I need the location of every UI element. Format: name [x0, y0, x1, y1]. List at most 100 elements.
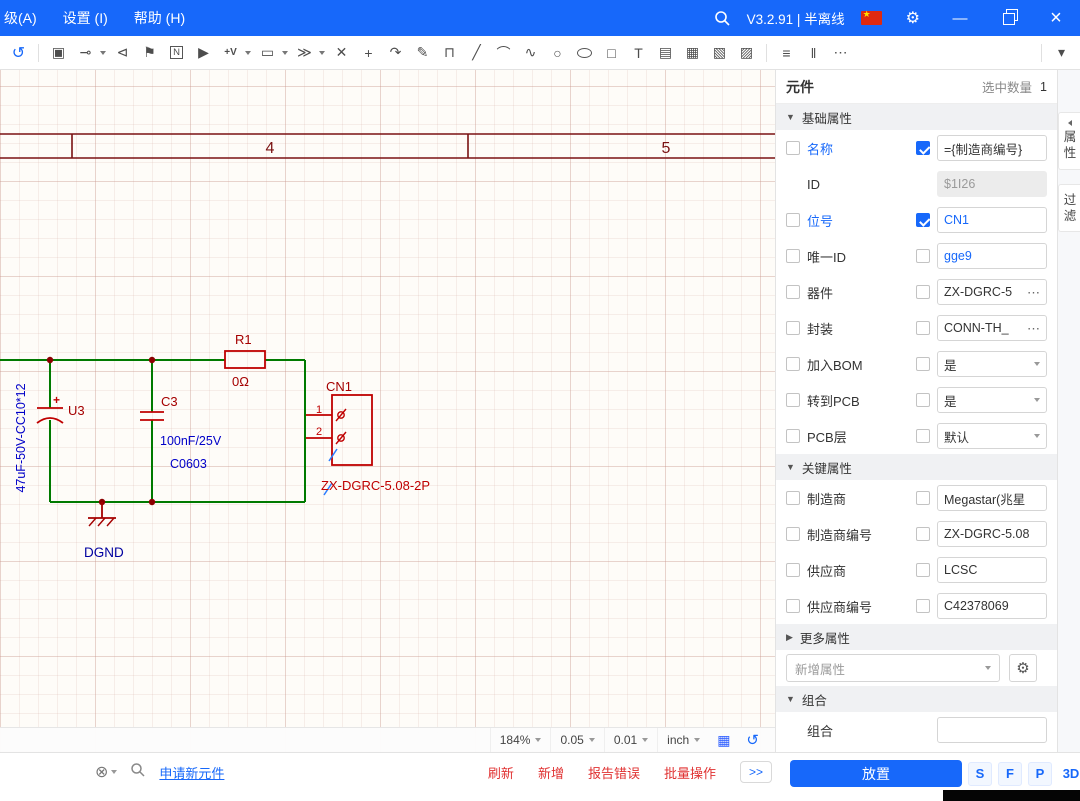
bus-icon[interactable]: ≫: [292, 40, 317, 66]
ellipsis-icon[interactable]: ⋯: [1027, 286, 1040, 299]
draw-wire-icon[interactable]: ✎: [410, 40, 435, 66]
attr-checkbox[interactable]: [786, 563, 800, 577]
place-pin-icon[interactable]: ⊸: [73, 40, 98, 66]
report-error-button[interactable]: 报告错误: [588, 763, 640, 782]
image-tool-icon[interactable]: ▤: [653, 40, 678, 66]
mpn-input[interactable]: [937, 521, 1047, 547]
add-attribute-select[interactable]: 新增属性: [786, 654, 1000, 682]
attr-checkbox[interactable]: [786, 393, 800, 407]
chevron-down-icon[interactable]: [245, 51, 251, 55]
display-checkbox[interactable]: [916, 527, 930, 541]
table-tool-icon[interactable]: ▦: [680, 40, 705, 66]
display-checkbox[interactable]: [916, 357, 930, 371]
manufacturer-input[interactable]: [937, 485, 1047, 511]
china-flag-icon[interactable]: ★: [861, 11, 882, 25]
no-connect-icon[interactable]: ✕: [329, 40, 354, 66]
footprint-field[interactable]: CONN-TH_ ⋯: [937, 315, 1047, 341]
attr-checkbox[interactable]: [786, 491, 800, 505]
chevron-down-icon[interactable]: [319, 51, 325, 55]
menu-advanced[interactable]: 级(A): [0, 0, 50, 36]
pcb-select[interactable]: 是: [937, 387, 1047, 413]
display-checkbox[interactable]: [916, 213, 930, 227]
section-key-properties[interactable]: ▼ 关键属性: [776, 454, 1057, 480]
attr-checkbox[interactable]: [786, 249, 800, 263]
component-r1[interactable]: R1 0Ω: [225, 332, 265, 389]
3d-view-button[interactable]: 3D: [1058, 762, 1080, 786]
unit-dropdown[interactable]: inch: [657, 728, 709, 753]
attr-checkbox[interactable]: [786, 357, 800, 371]
attr-checkbox[interactable]: [786, 599, 800, 613]
chevron-down-icon[interactable]: [100, 51, 106, 55]
pcb-view-button[interactable]: P: [1028, 762, 1052, 786]
gear-icon[interactable]: ⚙: [906, 8, 920, 28]
attr-checkbox[interactable]: [786, 321, 800, 335]
close-button[interactable]: ×: [1032, 0, 1080, 36]
schematic-view-button[interactable]: S: [968, 762, 992, 786]
section-basic-properties[interactable]: ▼ 基础属性: [776, 104, 1057, 130]
group-input[interactable]: [937, 717, 1047, 743]
probe-icon[interactable]: ▶: [191, 40, 216, 66]
refresh-button[interactable]: 刷新: [488, 763, 514, 782]
display-checkbox[interactable]: [916, 393, 930, 407]
batch-operation-button[interactable]: 批量操作: [664, 763, 716, 782]
net-port-icon[interactable]: ⊲: [110, 40, 135, 66]
arc-tool-icon[interactable]: ⌒: [491, 40, 516, 66]
display-checkbox[interactable]: [916, 141, 930, 155]
distribute-icon[interactable]: ⋯: [828, 40, 853, 66]
junction-icon[interactable]: +: [356, 40, 381, 66]
component-cn1-selected[interactable]: 1 2 CN1 ZX-DGRC-5.08-2P: [306, 379, 430, 495]
place-symbol-icon[interactable]: ▭: [255, 40, 280, 66]
power-flag-icon[interactable]: +V: [218, 40, 243, 66]
unique-id-input[interactable]: [937, 243, 1047, 269]
minimize-button[interactable]: —: [936, 0, 984, 36]
bom-select[interactable]: 是: [937, 351, 1047, 377]
bezier-tool-icon[interactable]: ∿: [518, 40, 543, 66]
align-middle-icon[interactable]: ‖: [801, 40, 826, 66]
grid-toggle-icon[interactable]: ▦: [709, 732, 738, 749]
designator-input[interactable]: [937, 207, 1047, 233]
display-checkbox[interactable]: [916, 321, 930, 335]
display-checkbox[interactable]: [916, 249, 930, 263]
more-tools-icon[interactable]: ▾: [1049, 40, 1074, 66]
undo-icon[interactable]: ↺: [738, 731, 767, 749]
net-flag-icon[interactable]: N: [164, 40, 189, 66]
attr-checkbox[interactable]: [786, 213, 800, 227]
snap-size-dropdown[interactable]: 0.01: [604, 728, 657, 753]
attribute-settings-button[interactable]: ⚙: [1009, 654, 1037, 682]
spn-input[interactable]: [937, 593, 1047, 619]
search-icon[interactable]: [714, 10, 731, 27]
attr-checkbox[interactable]: [786, 429, 800, 443]
circle-tool-icon[interactable]: ○: [545, 40, 570, 66]
display-checkbox[interactable]: [916, 563, 930, 577]
name-input[interactable]: [937, 135, 1047, 161]
attr-checkbox[interactable]: [786, 141, 800, 155]
supplier-input[interactable]: [937, 557, 1047, 583]
undo-icon[interactable]: ↺: [6, 40, 31, 66]
symbol-lib-icon[interactable]: ▧: [707, 40, 732, 66]
tab-properties[interactable]: 属性: [1058, 112, 1080, 170]
menu-help[interactable]: 帮助 (H): [121, 0, 198, 36]
sheet-wizard-icon[interactable]: ▨: [734, 40, 759, 66]
layer-select[interactable]: 默认: [937, 423, 1047, 449]
version-label[interactable]: V3.2.91 | 半离线: [747, 8, 845, 28]
align-left-icon[interactable]: ≡: [774, 40, 799, 66]
net-flag-dgnd[interactable]: DGND: [84, 502, 124, 560]
chevron-down-icon[interactable]: [282, 51, 288, 55]
section-more-properties[interactable]: ▶ 更多属性: [776, 624, 1057, 650]
attr-checkbox[interactable]: [786, 285, 800, 299]
rect-tool-icon[interactable]: □: [599, 40, 624, 66]
search-icon[interactable]: [130, 762, 146, 783]
line-tool-icon[interactable]: ╱: [464, 40, 489, 66]
request-new-part-link[interactable]: 申请新元件: [159, 763, 224, 782]
wires[interactable]: [0, 360, 305, 502]
place-component-icon[interactable]: ▣: [46, 40, 71, 66]
attr-checkbox[interactable]: [786, 527, 800, 541]
display-checkbox[interactable]: [916, 285, 930, 299]
more-actions-button[interactable]: >>: [740, 761, 772, 783]
zoom-dropdown[interactable]: 184%: [490, 728, 551, 753]
filter-dropdown[interactable]: ⊗: [95, 762, 117, 782]
frame-flag-icon[interactable]: ⊓: [437, 40, 462, 66]
add-new-button[interactable]: 新增: [538, 763, 564, 782]
restore-button[interactable]: [984, 0, 1032, 36]
place-button[interactable]: 放置: [790, 760, 962, 787]
